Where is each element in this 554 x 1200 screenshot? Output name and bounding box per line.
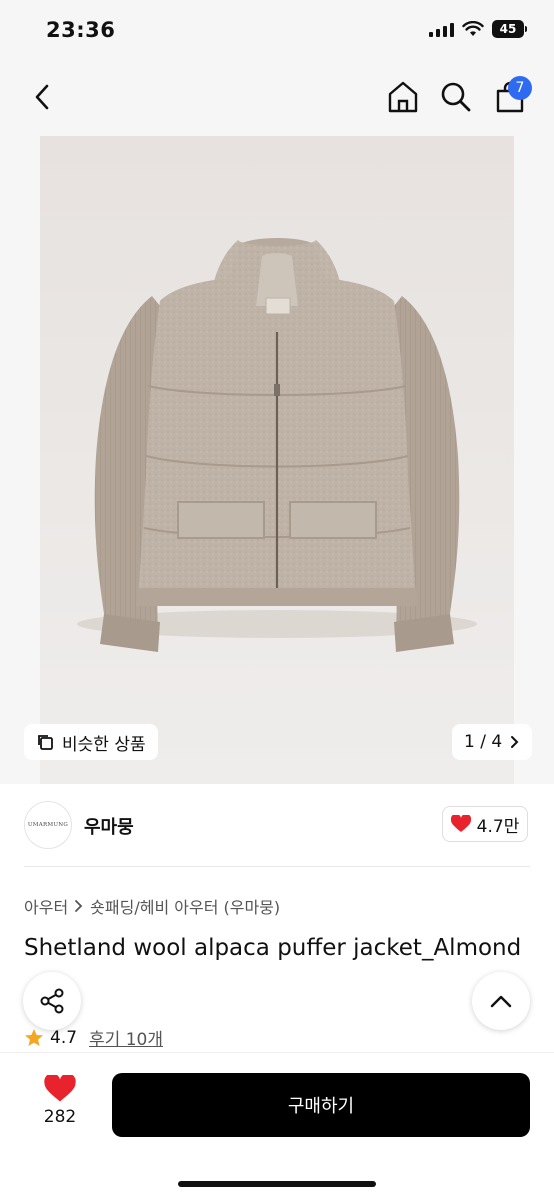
chevron-right-icon [75,900,83,912]
wifi-icon [462,21,484,36]
share-icon [40,988,64,1014]
product-image[interactable] [40,136,514,784]
status-time: 23:36 [46,18,116,42]
breadcrumb-item[interactable]: 아우터 [24,894,68,918]
home-button[interactable] [384,78,422,116]
review-link[interactable]: 후기 10개 [89,1025,163,1050]
cart-badge: 7 [508,76,532,100]
chevron-up-icon [490,995,512,1008]
jacket-illustration [77,238,477,652]
image-pager[interactable]: 1 / 4 [452,724,533,760]
similar-items-button[interactable]: 비슷한 상품 [24,724,158,760]
home-indicator [178,1181,376,1187]
breadcrumb: 아우터 숏패딩/헤비 아우터 (우마뭉) [24,894,280,918]
star-icon [25,1028,43,1046]
breadcrumb-item[interactable]: 숏패딩/헤비 아우터 (우마뭉) [90,894,280,918]
back-button[interactable] [26,80,58,114]
chevron-right-icon [511,736,519,748]
search-icon [441,82,471,112]
scroll-top-button[interactable] [472,972,530,1030]
copy-icon [38,735,53,750]
brand-like-button[interactable]: 4.7만 [442,806,528,842]
product-title: Shetland wool alpaca puffer jacket_Almon… [24,935,522,961]
cart-button[interactable]: 7 [491,76,532,116]
divider [24,866,530,867]
wishlist-button[interactable]: 282 [30,1075,90,1127]
similar-items-label: 비슷한 상품 [62,734,146,755]
wishlist-count: 282 [43,1107,77,1127]
battery-icon: 45 [492,20,527,38]
top-nav: 7 [0,60,554,136]
brand-row: UMARMUNG 우마뭉 4.7만 [0,784,554,866]
search-button[interactable] [437,78,475,116]
rating-row: 4.7 후기 10개 [24,1025,163,1050]
chevron-left-icon [35,84,49,110]
rating-value: 4.7 [50,1027,78,1048]
product-gallery[interactable]: 비슷한 상품 1 / 4 [0,136,554,784]
pager-text: 1 / 4 [464,732,503,752]
status-bar: 23:36 45 [0,0,554,60]
heart-icon [44,1075,76,1102]
brand-logo[interactable]: UMARMUNG [24,801,72,849]
bottom-action-bar: 282 구매하기 [0,1052,554,1200]
share-button[interactable] [23,972,81,1030]
brand-like-count: 4.7만 [476,816,520,837]
buy-button[interactable]: 구매하기 [112,1073,530,1137]
status-icons: 45 [429,20,527,38]
home-icon [388,81,418,113]
brand-name[interactable]: 우마뭉 [84,813,134,839]
signal-icon [429,21,454,37]
heart-icon [450,815,471,832]
